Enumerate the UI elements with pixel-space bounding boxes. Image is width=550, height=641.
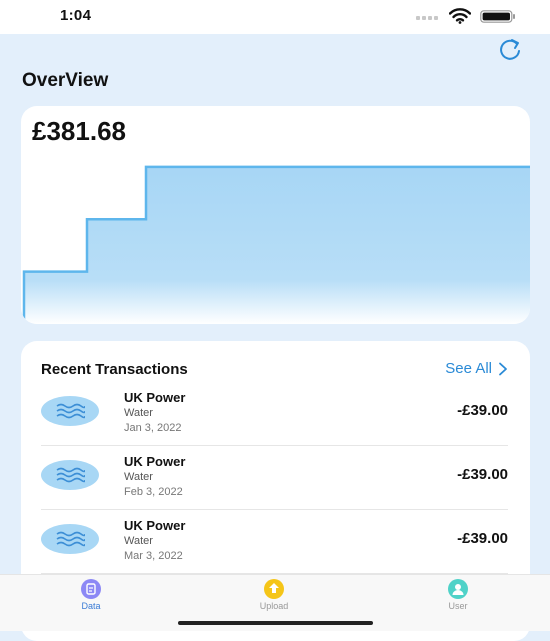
transaction-name: UK Power (124, 390, 186, 405)
transaction-name: UK Power (124, 454, 186, 469)
wifi-icon (449, 8, 471, 24)
refresh-icon[interactable] (496, 36, 524, 62)
upload-tab-icon (264, 579, 284, 599)
battery-icon (480, 10, 515, 23)
divider (41, 509, 508, 510)
status-bar: 1:04 (0, 0, 550, 34)
transaction-date: Mar 3, 2022 (124, 550, 183, 562)
chart-area-fill (24, 166, 530, 324)
transaction-date: Jan 3, 2022 (124, 422, 182, 434)
transaction-category: Water (124, 407, 153, 419)
see-all-link[interactable]: See All (445, 360, 508, 377)
tab-label: Upload (259, 601, 289, 611)
balance-card: £381.68 (21, 106, 530, 324)
water-waves-icon (41, 460, 99, 490)
transaction-category: Water (124, 535, 153, 547)
transaction-amount: -£39.00 (457, 530, 508, 547)
tab-user[interactable]: User (423, 577, 493, 611)
transactions-title: Recent Transactions (41, 361, 188, 378)
tab-label: User (448, 601, 468, 611)
transaction-category: Water (124, 471, 153, 483)
home-indicator (178, 621, 373, 625)
status-time: 1:04 (60, 7, 92, 24)
transaction-name: UK Power (124, 518, 186, 533)
transaction-row[interactable]: UK Power Water Jan 3, 2022 -£39.00 (41, 384, 508, 446)
page-title: OverView (22, 70, 109, 91)
transaction-row[interactable]: UK Power Water Feb 3, 2022 -£39.00 (41, 448, 508, 510)
transaction-amount: -£39.00 (457, 466, 508, 483)
divider (41, 445, 508, 446)
tab-label: Data (81, 601, 101, 611)
water-waves-icon (41, 524, 99, 554)
water-waves-icon (41, 396, 99, 426)
transaction-date: Feb 3, 2022 (124, 486, 183, 498)
tab-data[interactable]: Data (56, 577, 126, 611)
transaction-amount: -£39.00 (457, 402, 508, 419)
balance-amount: £381.68 (32, 116, 126, 146)
tab-upload[interactable]: Upload (239, 577, 309, 611)
chevron-right-icon (499, 362, 507, 375)
transaction-row[interactable]: UK Power Water Mar 3, 2022 -£39.00 (41, 512, 508, 574)
cellular-signal-icon (416, 16, 438, 20)
user-tab-icon (448, 579, 468, 599)
see-all-label: See All (445, 360, 492, 377)
data-tab-icon (81, 579, 101, 599)
